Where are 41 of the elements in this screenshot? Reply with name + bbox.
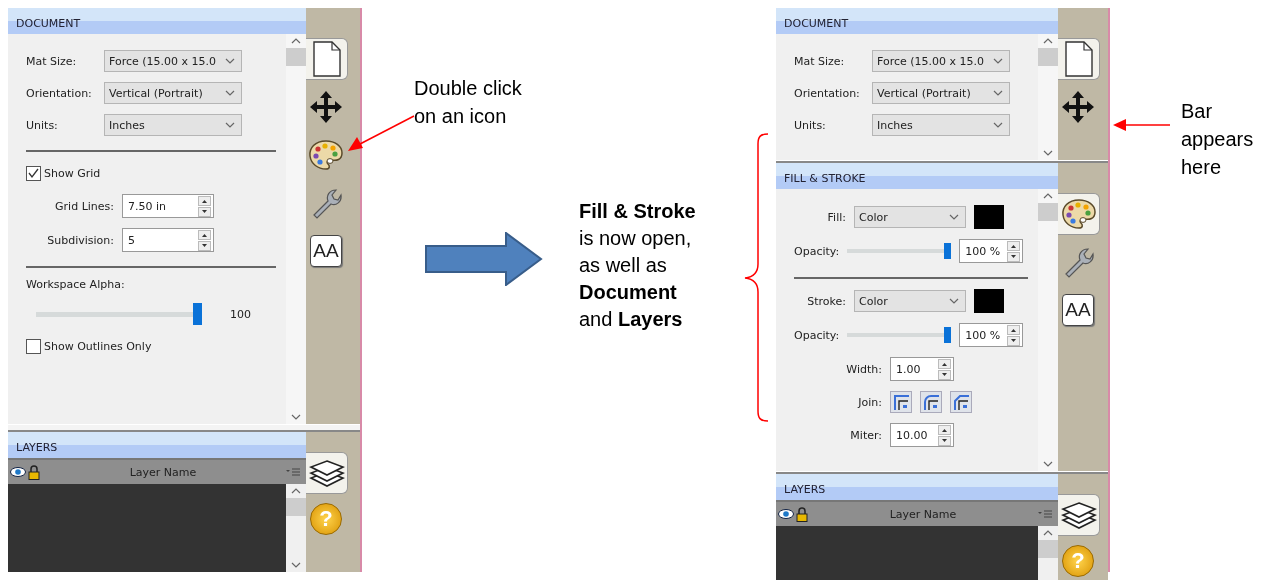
number-field[interactable]: 1.00 (890, 357, 954, 381)
dropdown[interactable]: Force (15.00 x 15.0 (104, 50, 242, 72)
field-label: Join: (856, 395, 882, 409)
field-label: Grid Lines: (54, 199, 114, 213)
dropdown[interactable]: Inches (872, 114, 1010, 136)
instruction-note: Double click on an icon (414, 76, 523, 129)
slider-value: 100 (230, 307, 251, 321)
field-label: Orientation: (794, 86, 861, 100)
checkbox-label: Show Outlines Only (44, 339, 152, 353)
field-label: Mat Size: (794, 54, 846, 68)
section-header[interactable]: DOCUMENT (776, 8, 1058, 34)
field-label: Width: (845, 362, 882, 376)
field-label: Units: (26, 118, 59, 132)
result-note: Fill & Stroke is now open, as well as Document and Layers (579, 199, 697, 332)
number-field[interactable]: 100 % (959, 323, 1024, 347)
field-label: Workspace Alpha: (26, 278, 126, 291)
number-field[interactable]: 7.50 in (122, 194, 214, 218)
field-label: Stroke: (806, 294, 846, 308)
dropdown[interactable]: Color (854, 206, 966, 228)
number-field[interactable]: 10.00 (890, 423, 954, 447)
section-header[interactable]: FILL & STROKE (776, 163, 1058, 189)
field-label: Subdivision: (46, 233, 114, 247)
field-label: Fill: (826, 210, 846, 224)
number-field[interactable]: 5 (122, 228, 214, 252)
dropdown[interactable]: Vertical (Portrait) (104, 82, 242, 104)
dropdown[interactable]: Color (854, 290, 966, 312)
bar-note: Bar appears here (1181, 99, 1255, 180)
section-header[interactable]: LAYERS (8, 432, 306, 458)
field-label: Mat Size: (26, 54, 78, 68)
dropdown[interactable]: Inches (104, 114, 242, 136)
dropdown[interactable]: Vertical (Portrait) (872, 82, 1010, 104)
section-header[interactable]: DOCUMENT (8, 8, 306, 34)
field-label: Opacity: (794, 244, 840, 258)
field-label: Units: (794, 118, 827, 132)
section-header[interactable]: LAYERS (776, 474, 1058, 500)
dropdown[interactable]: Force (15.00 x 15.0 (872, 50, 1010, 72)
field-label: Orientation: (26, 86, 93, 100)
checkbox-label: Show Grid (44, 166, 101, 180)
field-label: Miter: (849, 428, 882, 442)
number-field[interactable]: 100 % (959, 239, 1024, 263)
field-label: Opacity: (794, 328, 840, 342)
